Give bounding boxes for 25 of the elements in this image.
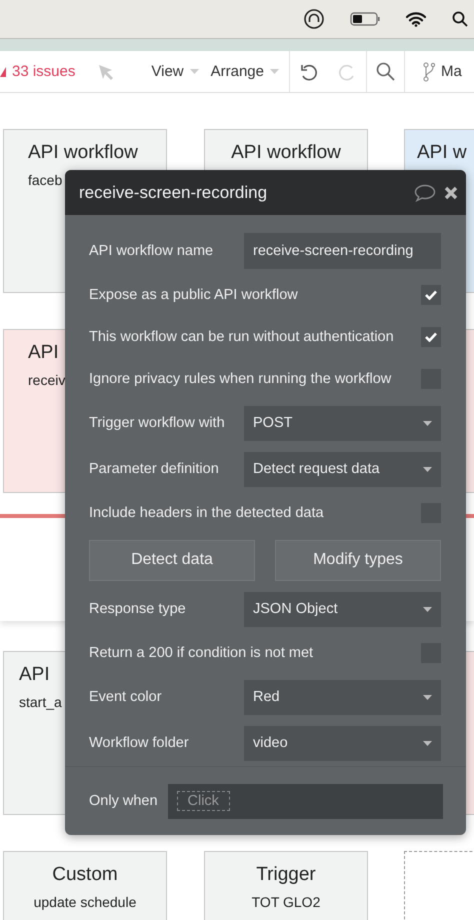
checkbox-label: Include headers in the detected data <box>89 505 324 521</box>
card-title: API workflow <box>28 142 138 164</box>
checkbox-label: This workflow can be run without authentication <box>89 329 394 345</box>
card-title: API <box>28 342 59 364</box>
card-title: API workflow <box>231 142 341 164</box>
card-subtitle: TOT GLO2 <box>252 894 320 910</box>
field-label: API workflow name <box>89 243 214 259</box>
card-subtitle: start_a <box>19 694 62 710</box>
card-title: Custom <box>52 864 118 886</box>
checkbox-label: Return a 200 if condition is not met <box>89 645 314 661</box>
field-label: Response type <box>89 601 186 617</box>
field-label: Workflow folder <box>89 735 189 751</box>
condition-label: Only when <box>89 793 158 809</box>
card-subtitle: faceb <box>28 172 62 188</box>
card-subtitle: update schedule <box>34 894 136 910</box>
card-title: Trigger <box>256 864 316 886</box>
card-title: API w <box>417 142 467 164</box>
card-subtitle: receiv <box>28 372 66 388</box>
field-label: Trigger workflow with <box>89 415 225 431</box>
dialog-title: receive-screen-recording <box>79 182 268 202</box>
field-label: Event color <box>89 689 162 705</box>
card-title: API <box>19 664 50 686</box>
checkbox-label: Expose as a public API workflow <box>89 287 298 303</box>
checkbox-label: Ignore privacy rules when running the workflow <box>89 371 392 387</box>
field-label: Parameter definition <box>89 461 219 477</box>
